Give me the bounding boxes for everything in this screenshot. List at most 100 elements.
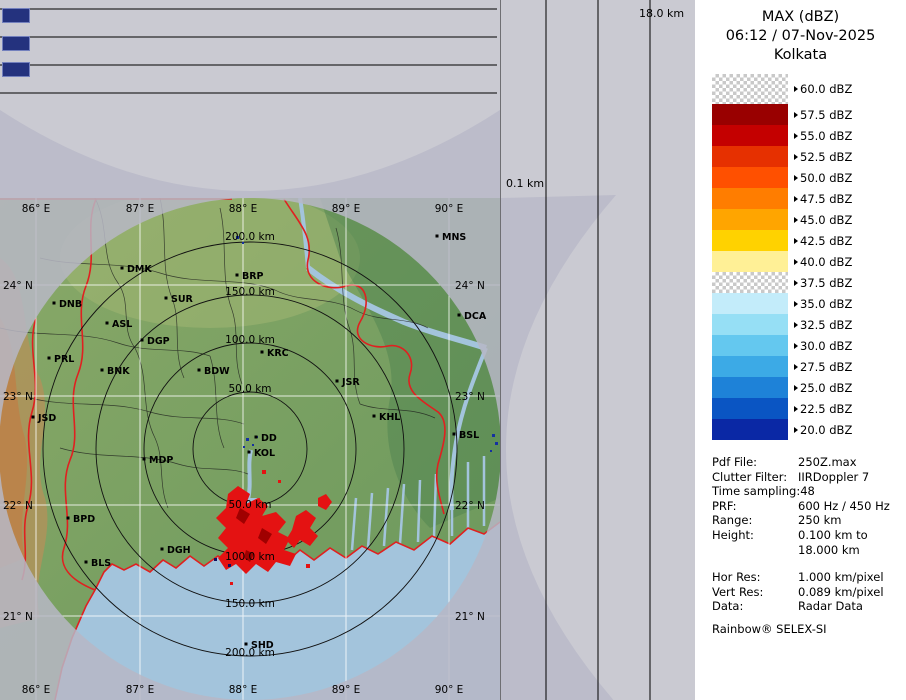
- lat-label-right: 23° N: [455, 391, 485, 403]
- dbz-band-label: 25.0 dBZ: [794, 381, 852, 395]
- info-row: 18.000 km: [712, 543, 890, 558]
- city-marker-dot: [48, 357, 51, 360]
- dbz-band-label: 52.5 dBZ: [794, 150, 852, 164]
- info-value: Radar Data: [798, 599, 863, 614]
- city-marker-dot: [165, 297, 168, 300]
- tick-arrow-icon: [794, 364, 798, 370]
- dbz-band-swatch: [712, 272, 788, 293]
- dbz-band-swatch: [712, 419, 788, 440]
- dbz-band-swatch: [712, 167, 788, 188]
- city-marker-dot: [453, 433, 456, 436]
- city-marker-dot: [255, 436, 258, 439]
- city-label: MNS: [442, 232, 466, 243]
- city-label: BPD: [73, 514, 95, 525]
- city-marker-dot: [373, 415, 376, 418]
- dbz-band-label: 45.0 dBZ: [794, 213, 852, 227]
- range-ring-label: 100.0 km: [225, 551, 275, 563]
- tick-arrow-icon: [794, 343, 798, 349]
- info-label: Hor Res:: [712, 570, 798, 585]
- info-row: Clutter Filter:IIRDoppler 7: [712, 470, 890, 485]
- tick-arrow-icon: [794, 259, 798, 265]
- city-label: DNB: [59, 299, 82, 310]
- tick-arrow-icon: [794, 238, 798, 244]
- dbz-band-row: 40.0 dBZ: [712, 251, 852, 272]
- lat-label-left: 21° N: [3, 611, 33, 623]
- city-marker-dot: [143, 458, 146, 461]
- info-label: Clutter Filter:: [712, 470, 798, 485]
- dbz-band-row: 20.0 dBZ: [712, 419, 852, 440]
- station-name: Kolkata: [695, 46, 906, 65]
- info-row: Time sampling:48: [712, 484, 890, 499]
- range-ring-label: 200.0 km: [225, 231, 275, 243]
- info-value: IIRDoppler 7: [798, 470, 869, 485]
- dbz-band-swatch: [712, 74, 788, 104]
- city-label: JSR: [341, 377, 360, 388]
- info-label: Range:: [712, 513, 798, 528]
- height-axis-min-label: 0.1 km: [506, 177, 544, 190]
- dbz-band-swatch: [712, 188, 788, 209]
- height-axis-max-label: 18.0 km: [639, 7, 684, 20]
- tick-arrow-icon: [794, 196, 798, 202]
- city-marker-dot: [32, 416, 35, 419]
- info-value: 600 Hz / 450 Hz: [798, 499, 890, 514]
- dbz-band-swatch: [712, 293, 788, 314]
- dbz-band-label: 32.5 dBZ: [794, 318, 852, 332]
- lon-label-top: 86° E: [22, 203, 51, 215]
- height-scale-chip: [2, 62, 30, 77]
- info-label: Vert Res:: [712, 585, 798, 600]
- dbz-band-swatch: [712, 356, 788, 377]
- dbz-scale: 60.0 dBZ 57.5 dBZ 55.0 dBZ 52.5 dBZ 50.0 dBZ…: [712, 74, 852, 440]
- tick-arrow-icon: [794, 217, 798, 223]
- tick-arrow-icon: [794, 133, 798, 139]
- info-value: 48: [800, 484, 815, 499]
- height-scale-chip: [2, 36, 30, 51]
- tick-arrow-icon: [794, 385, 798, 391]
- dbz-band-row: 55.0 dBZ: [712, 125, 852, 146]
- dbz-band-label: 27.5 dBZ: [794, 360, 852, 374]
- radar-map[interactable]: 86° E87° E88° E89° E90° E 86° E87° E88° …: [0, 198, 500, 700]
- tick-arrow-icon: [794, 175, 798, 181]
- city-label: SHD: [251, 640, 274, 651]
- info-label: PRF:: [712, 499, 798, 514]
- city-label: KHL: [379, 412, 400, 423]
- city-marker-dot: [436, 235, 439, 238]
- info-row: Pdf File:250Z.max: [712, 455, 890, 470]
- city-label: PRL: [54, 354, 74, 365]
- dbz-band-swatch: [712, 209, 788, 230]
- info-value: 250Z.max: [798, 455, 857, 470]
- dbz-band-row: 57.5 dBZ: [712, 104, 852, 125]
- city-label: BNK: [107, 366, 130, 377]
- height-gridlines: [0, 9, 497, 93]
- info-row: Data:Radar Data: [712, 599, 890, 614]
- info-row: Vert Res:0.089 km/pixel: [712, 585, 890, 600]
- info-row: Hor Res:1.000 km/pixel: [712, 570, 890, 585]
- info-value: 0.100 km to: [798, 528, 868, 543]
- dbz-band-swatch: [712, 398, 788, 419]
- info-row: Range:250 km: [712, 513, 890, 528]
- city-label: SUR: [171, 294, 194, 305]
- top-height-panel: [0, 0, 500, 199]
- info-label: [712, 543, 798, 558]
- dbz-band-row: 50.0 dBZ: [712, 167, 852, 188]
- dbz-band-label: 57.5 dBZ: [794, 108, 852, 122]
- lon-label-top: 89° E: [332, 203, 361, 215]
- range-ring-label: 50.0 km: [228, 383, 271, 395]
- lat-label-right: 24° N: [455, 280, 485, 292]
- dbz-band-row: 27.5 dBZ: [712, 356, 852, 377]
- dbz-band-row: 60.0 dBZ: [712, 74, 852, 104]
- dbz-band-label: 40.0 dBZ: [794, 255, 852, 269]
- height-gridlines: [546, 0, 650, 700]
- side-height-grid: [501, 0, 696, 700]
- dbz-band-row: 30.0 dBZ: [712, 335, 852, 356]
- lon-label-bottom: 86° E: [22, 684, 51, 696]
- tick-arrow-icon: [794, 154, 798, 160]
- city-label: JSD: [37, 413, 56, 424]
- range-ring-label: 150.0 km: [225, 598, 275, 610]
- lat-label-right: 22° N: [455, 500, 485, 512]
- tick-arrow-icon: [794, 86, 798, 92]
- dbz-band-swatch: [712, 230, 788, 251]
- dbz-band-label: 50.0 dBZ: [794, 171, 852, 185]
- lon-label-bottom: 88° E: [229, 684, 258, 696]
- city-marker-dot: [161, 548, 164, 551]
- city-marker-dot: [248, 451, 251, 454]
